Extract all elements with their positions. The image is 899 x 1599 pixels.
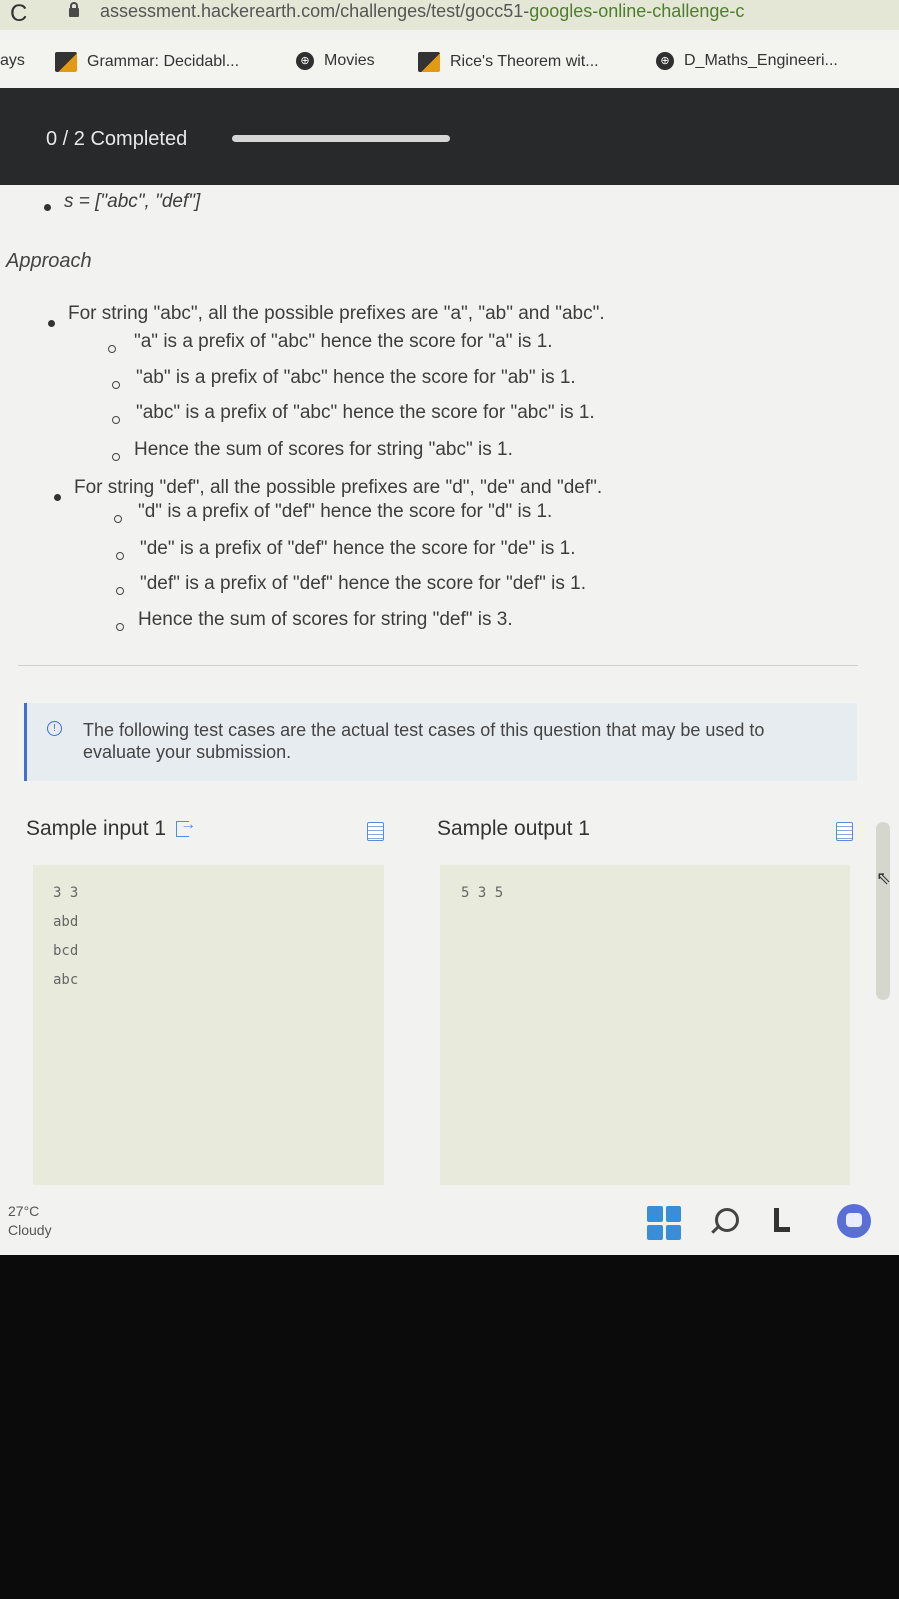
approach-sub-item: Hence the sum of scores for string "abc"… [134,439,513,460]
sample-input-label: Sample input 1 [26,816,196,841]
bookmark-label: ays [0,52,25,69]
globe-icon: ⊕ [656,52,674,70]
bullet-icon [44,204,51,211]
sample-output-label: Sample output 1 [437,817,590,840]
bookmark-label: Movies [324,52,375,69]
sample-input-title: Sample input 1 [26,817,167,840]
approach-sub-item: "de" is a prefix of "def" hence the scor… [140,538,576,559]
bookmark-label: Grammar: Decidabl... [87,53,240,70]
approach-bullet: For string "def", all the possible prefi… [74,477,603,498]
task-view-icon[interactable] [774,1208,790,1232]
bullet-icon [48,320,55,327]
approach-heading: Approach [6,250,92,272]
browser-window: C assessment.hackerearth.com/challenges/… [0,0,899,1255]
section-divider [18,665,858,666]
url-highlight: googles-online-challenge-c [529,1,745,21]
info-icon: ! [47,721,62,736]
progress-bar [232,135,450,142]
bookmark-label: Rice's Theorem wit... [450,53,599,70]
sample-input-line: abc [53,972,79,988]
progress-label: 0 / 2 Completed [46,128,188,150]
taskbar: 27°C Cloudy [0,1190,899,1255]
url-text[interactable]: assessment.hackerearth.com/challenges/te… [100,0,744,22]
address-bar[interactable]: C assessment.hackerearth.com/challenges/… [0,0,899,30]
sub-bullet-icon [112,416,120,424]
info-note-text: The following test cases are the actual … [83,720,765,762]
info-note: ! The following test cases are the actua… [24,703,857,781]
bookmark-item[interactable]: ays [0,52,25,70]
sample-input-box[interactable]: 3 3 abd bcd abc [33,865,384,1185]
sample-output-box[interactable]: 5 3 5 [440,865,850,1185]
bullet-icon [54,494,61,501]
open-input-icon[interactable] [176,816,196,838]
sample-output-line: 5 3 5 [461,885,504,901]
bookmark-favicon [418,52,440,72]
approach-bullet: For string "abc", all the possible prefi… [68,303,605,324]
sub-bullet-icon [108,345,116,353]
chat-icon[interactable] [837,1204,871,1238]
sub-bullet-icon [114,515,122,523]
globe-icon: ⊕ [296,52,314,70]
example-s-line: s = ["abc", "def"] [64,191,201,212]
copy-output-icon[interactable] [836,822,853,841]
bookmarks-bar: ays Grammar: Decidabl... ⊕ Movies Rice's… [0,40,899,80]
approach-sub-item: Hence the sum of scores for string "def"… [138,609,513,630]
mouse-cursor-icon: ⇖ [876,868,892,888]
sample-input-line: abd [53,914,79,930]
sub-bullet-icon [112,453,120,461]
approach-sub-item: "ab" is a prefix of "abc" hence the scor… [136,367,576,388]
approach-sub-item: "a" is a prefix of "abc" hence the score… [134,331,553,352]
bookmark-item[interactable]: Grammar: Decidabl... [55,52,239,72]
sub-bullet-icon [116,623,124,631]
sub-bullet-icon [112,381,120,389]
approach-sub-item: "d" is a prefix of "def" hence the score… [138,501,553,522]
weather-widget[interactable]: 27°C Cloudy [8,1202,52,1240]
bookmark-favicon [55,52,77,72]
weather-temperature: 27°C [8,1203,40,1219]
page-scrollbar[interactable] [876,822,890,1000]
bookmark-item[interactable]: Rice's Theorem wit... [418,52,599,72]
search-icon[interactable] [715,1208,739,1232]
reload-icon[interactable]: C [10,0,27,28]
sample-input-line: bcd [53,943,79,959]
sub-bullet-icon [116,587,124,595]
bookmark-item[interactable]: ⊕ Movies [296,52,375,70]
approach-sub-item: "abc" is a prefix of "abc" hence the sco… [136,402,595,423]
url-prefix: assessment.hackerearth.com/challenges/te… [100,1,530,21]
bookmark-item[interactable]: ⊕ D_Maths_Engineeri... [656,52,838,70]
lock-icon[interactable] [69,2,79,17]
bookmark-label: D_Maths_Engineeri... [684,52,838,69]
weather-condition: Cloudy [8,1222,52,1238]
sub-bullet-icon [116,552,124,560]
approach-sub-item: "def" is a prefix of "def" hence the sco… [140,573,587,594]
progress-header: 0 / 2 Completed [0,88,899,185]
windows-start-icon[interactable] [647,1206,681,1240]
copy-input-icon[interactable] [367,822,384,841]
sample-input-line: 3 3 [53,885,79,901]
